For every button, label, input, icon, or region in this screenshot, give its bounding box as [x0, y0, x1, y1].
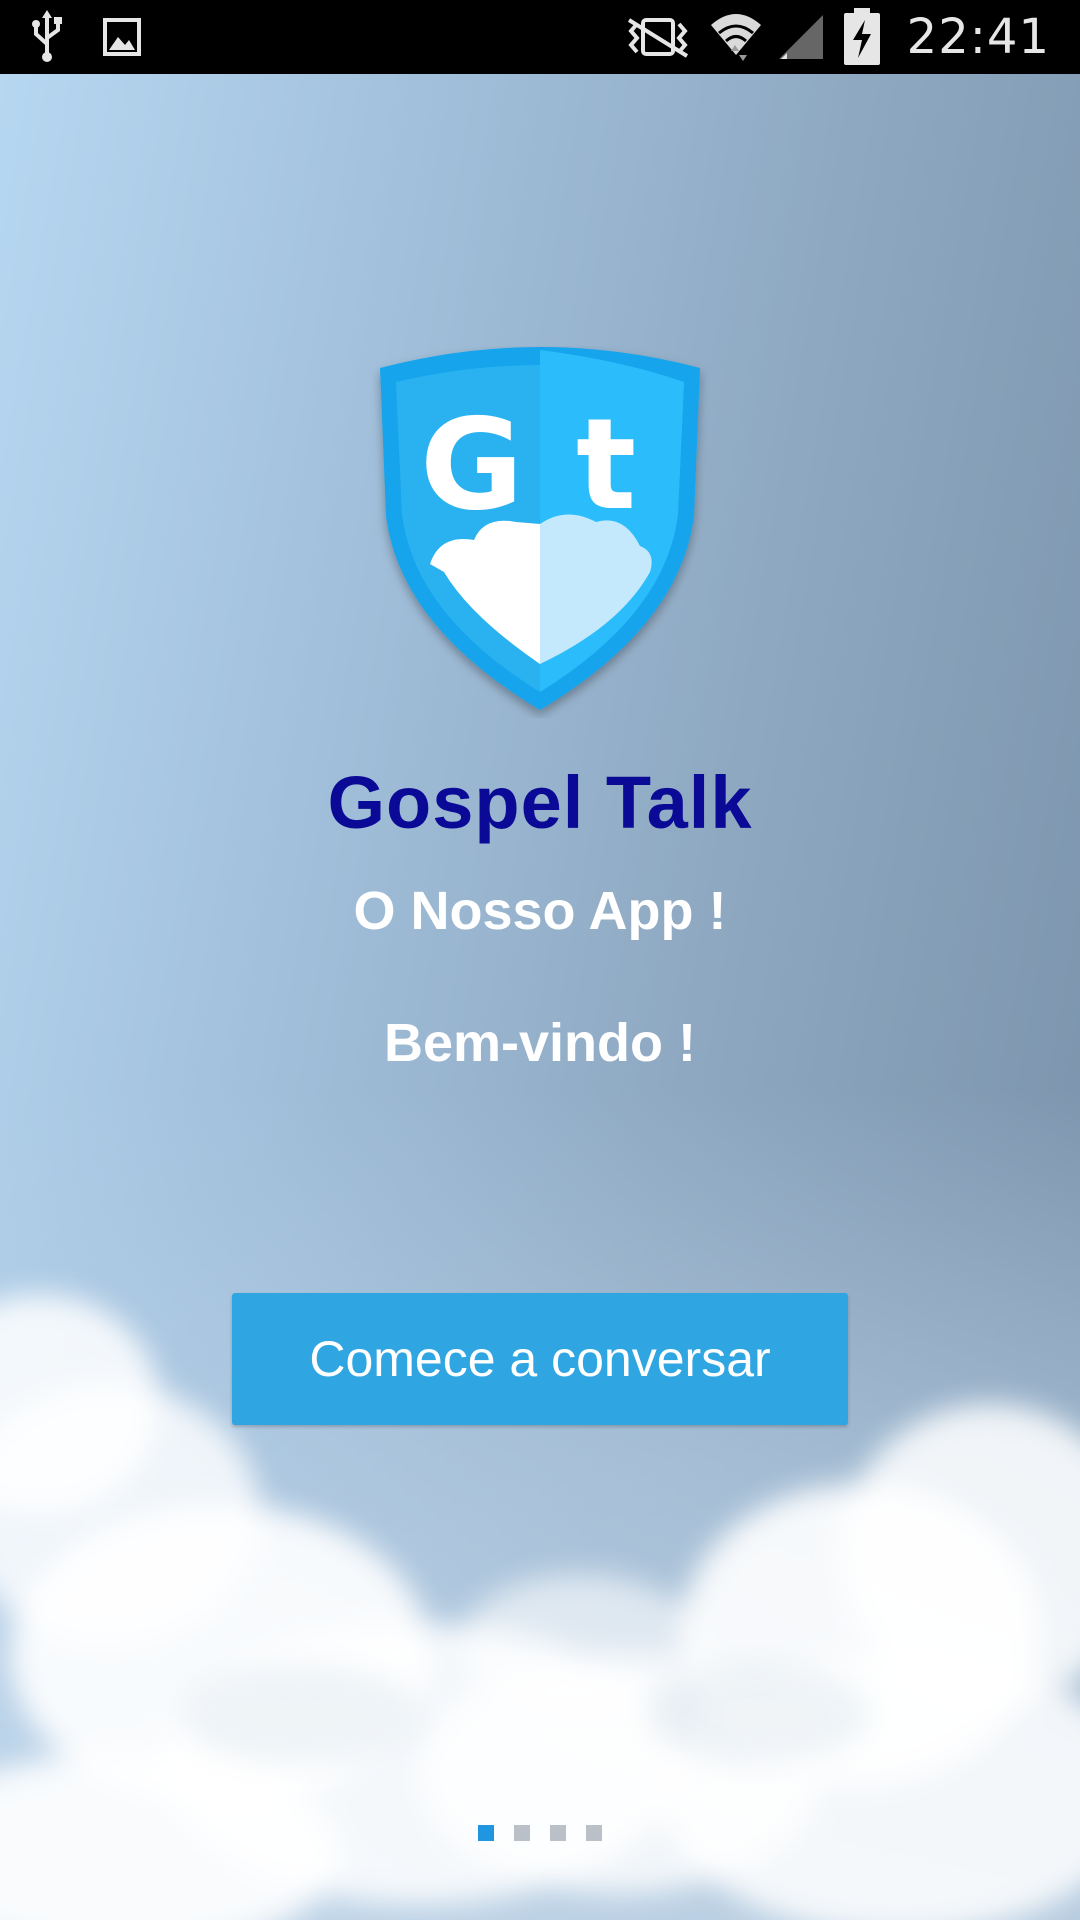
app-title: Gospel Talk [327, 761, 753, 844]
page-dot-3[interactable] [550, 1825, 566, 1841]
status-bar: 22:41 [0, 0, 1080, 74]
signal-icon [778, 13, 827, 61]
page-dot-1[interactable] [478, 1825, 494, 1841]
page-dot-4[interactable] [586, 1825, 602, 1841]
battery-charging-icon [843, 8, 881, 66]
svg-text:t: t [576, 391, 636, 538]
svg-text:G: G [420, 391, 523, 538]
welcome-message: Bem-vindo ! [383, 1013, 696, 1073]
welcome-screen: G t Gospel Talk O Nosso App ! Bem-vindo … [0, 74, 1080, 1920]
page-indicator [0, 1825, 1080, 1841]
vibrate-silent-icon [623, 14, 693, 60]
image-icon [102, 17, 142, 57]
wifi-icon [709, 11, 763, 63]
start-chat-button[interactable]: Comece a conversar [232, 1293, 848, 1425]
gospel-talk-logo-icon: G t [380, 347, 700, 710]
clock: 22:41 [906, 9, 1050, 65]
page-dot-2[interactable] [514, 1825, 530, 1841]
screen: 22:41 G t Gospel Talk O Nosso App ! Bem-… [0, 0, 1080, 1920]
usb-icon [30, 10, 64, 64]
tagline: O Nosso App ! [353, 881, 727, 941]
